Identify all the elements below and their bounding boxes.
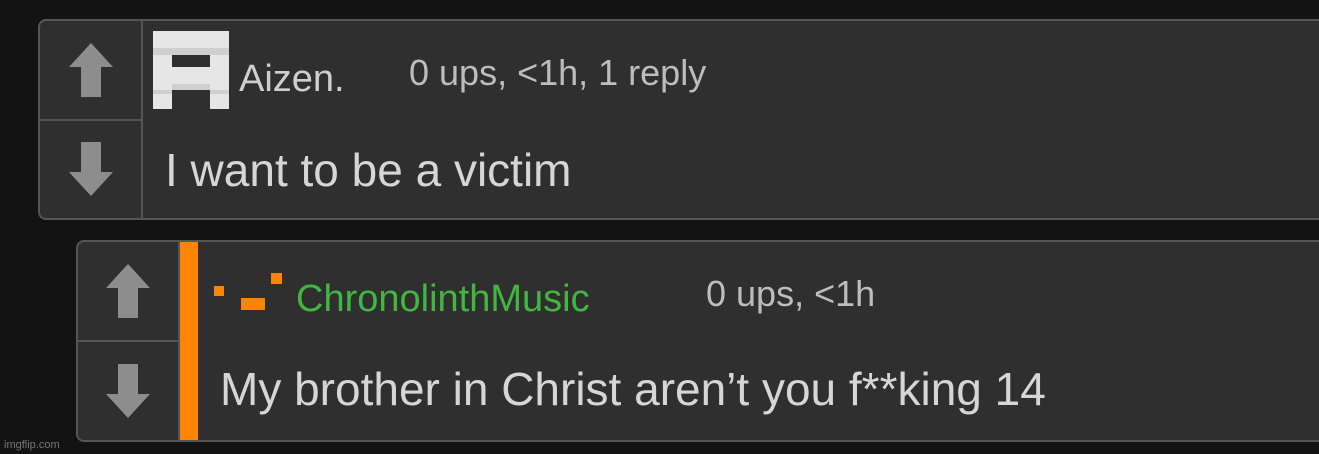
username-link[interactable]: Aizen.	[239, 60, 345, 98]
watermark: imgflip.com	[4, 439, 60, 451]
user-avatar[interactable]	[153, 31, 229, 109]
new-reply-highlight-bar	[180, 242, 198, 440]
comment-meta: 0 ups, <1h	[706, 273, 876, 314]
upvote-arrow-icon	[68, 42, 113, 97]
downvote-button[interactable]	[40, 121, 141, 219]
comment-text: My brother in Christ aren’t you f**king …	[220, 363, 1046, 415]
upvote-button[interactable]	[40, 21, 141, 121]
comment-text: I want to be a victim	[165, 144, 572, 196]
downvote-arrow-icon	[106, 364, 150, 418]
comment-meta: 0 ups, <1h, 1 reply	[409, 52, 707, 93]
vote-column	[40, 21, 143, 218]
username-link[interactable]: ChronolinthMusic	[296, 280, 590, 318]
downvote-button[interactable]	[78, 342, 178, 440]
comment: Aizen. 0 ups, <1h, 1 reply I want to be …	[38, 19, 1319, 220]
user-avatar[interactable]	[208, 269, 288, 317]
comment-body: Aizen. 0 ups, <1h, 1 reply I want to be …	[143, 21, 1319, 218]
comment-body: ChronolinthMusic 0 ups, <1h My brother i…	[180, 242, 1319, 440]
upvote-button[interactable]	[78, 242, 178, 342]
downvote-arrow-icon	[68, 142, 113, 197]
vote-column	[78, 242, 180, 440]
reply-comment: ChronolinthMusic 0 ups, <1h My brother i…	[76, 240, 1319, 442]
upvote-arrow-icon	[106, 264, 150, 318]
